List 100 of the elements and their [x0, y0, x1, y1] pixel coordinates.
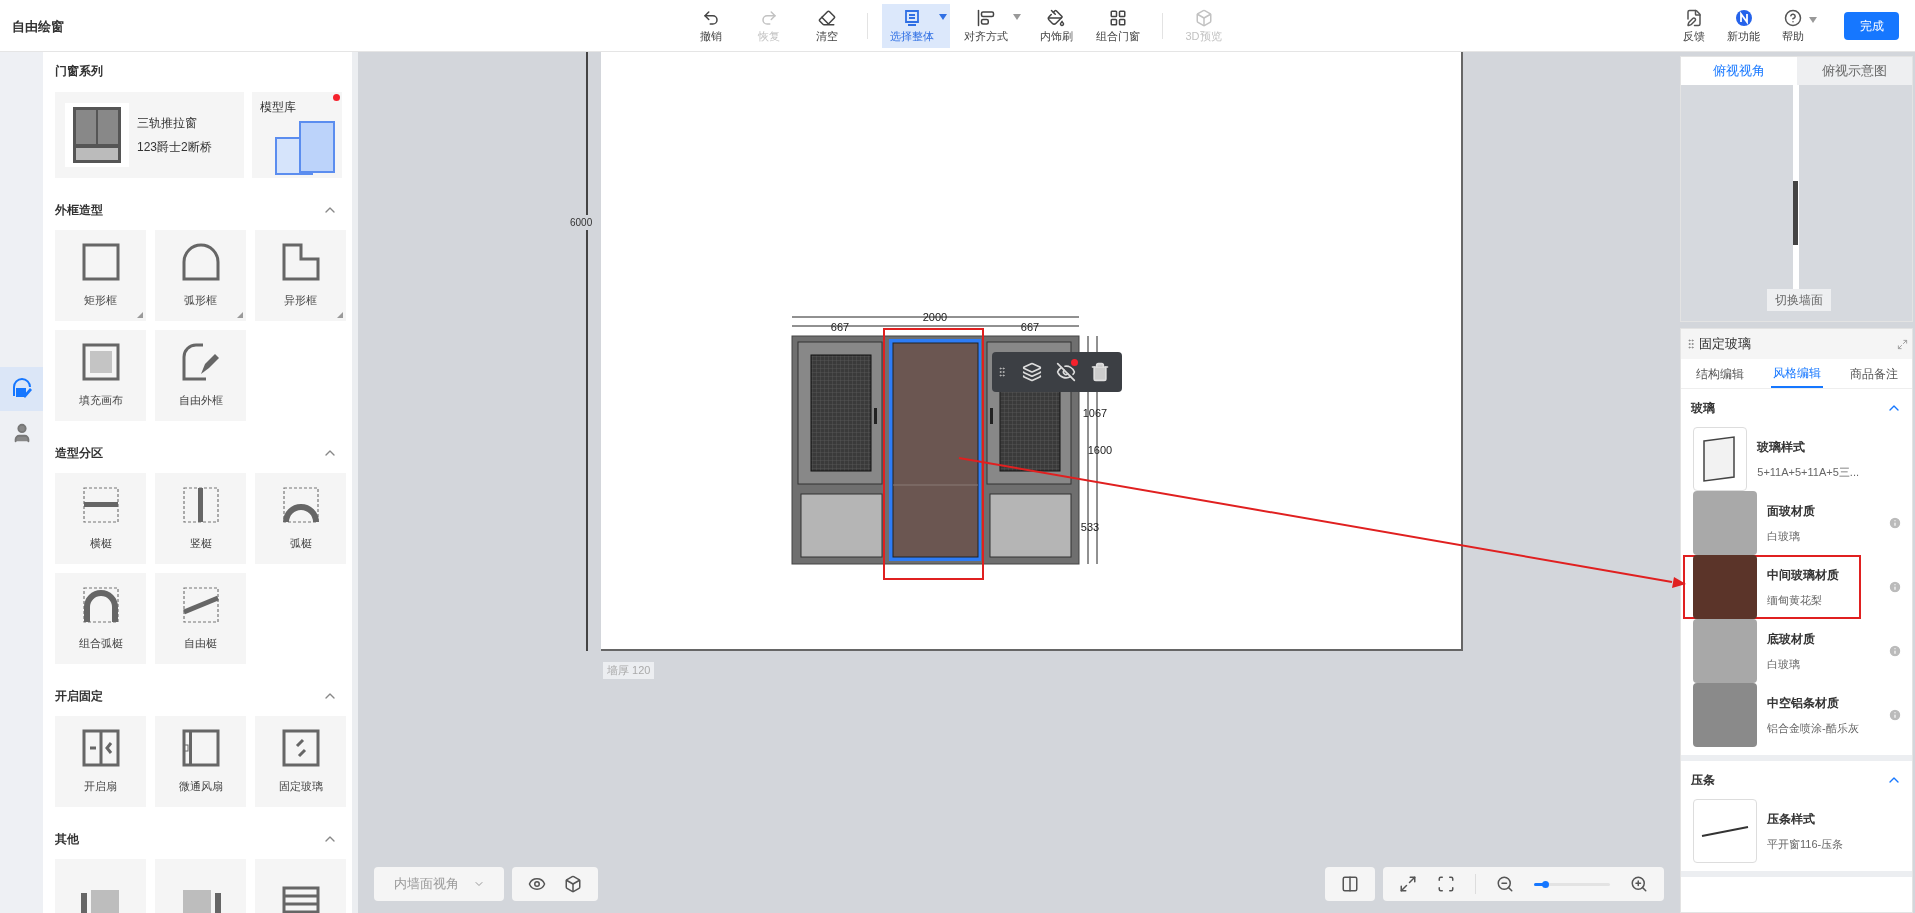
dimension-label: 6000	[570, 215, 593, 230]
section-title: 造型分区	[55, 445, 103, 462]
property-tab[interactable]: 商品备注	[1847, 359, 1900, 388]
toolbar-button[interactable]: 内饰刷	[1030, 3, 1083, 48]
help-icon	[1784, 8, 1802, 27]
material-row[interactable]: 玻璃样式 5+11A+5+11A+5三...	[1683, 427, 1861, 491]
view-tab[interactable]: 俯视视角	[1681, 57, 1797, 85]
shape-tool[interactable]: 横梃	[55, 473, 146, 564]
arch-shape-icon	[180, 242, 221, 283]
toolbar-button[interactable]: 选择整体	[882, 3, 951, 48]
toolbar-button[interactable]: 对齐方式	[956, 3, 1025, 48]
panel-title: 固定玻璃	[1699, 335, 1751, 354]
header-button[interactable]: 帮助	[1776, 8, 1820, 43]
rect-shape-icon	[80, 242, 121, 283]
header-button[interactable]: 新功能	[1721, 8, 1766, 43]
series-card[interactable]: 三轨推拉窗 123爵士2断桥	[55, 92, 244, 178]
model-library-card[interactable]: 模型库	[251, 92, 342, 178]
toolbar-button[interactable]: 清空	[801, 3, 854, 48]
section-title: 其他	[55, 831, 79, 848]
wall-thickness-label: 墙厚 120	[603, 662, 655, 679]
shape-tool[interactable]: 矩形框	[55, 230, 146, 321]
eye-icon[interactable]	[528, 875, 546, 893]
model-library-label: 模型库	[259, 99, 296, 116]
shape-tool[interactable]: 弧梃	[255, 473, 346, 564]
shape-tool[interactable]: 微通风扇	[155, 716, 246, 807]
model-library-icon	[274, 118, 338, 176]
section-title: 门窗系列	[55, 63, 104, 80]
fit-view-icon[interactable]	[1399, 875, 1417, 893]
material-value: 白玻璃	[1767, 656, 1801, 672]
align-icon	[977, 8, 996, 27]
section-title: 外框造型	[55, 202, 103, 219]
hbar-shape-icon	[80, 485, 121, 526]
undo-icon	[702, 8, 721, 27]
material-name: 中间玻璃材质	[1767, 566, 1840, 584]
zoom-slider-thumb[interactable]	[1542, 880, 1550, 888]
diagonal-shape-icon	[180, 585, 221, 626]
mirror-icon[interactable]	[1341, 875, 1359, 893]
done-button[interactable]: 完成	[1844, 11, 1899, 40]
material-name: 面玻材质	[1767, 502, 1816, 520]
property-tab[interactable]: 风格编辑	[1770, 359, 1823, 388]
shape-tool[interactable]: 填充画布	[55, 330, 146, 421]
window-design-tab[interactable]	[0, 367, 43, 411]
header-button[interactable]: 反馈	[1677, 8, 1711, 43]
zoom-in-icon[interactable]	[1630, 875, 1648, 893]
lshape-shape-icon	[280, 242, 321, 283]
select-icon	[903, 8, 922, 27]
drag-handle-icon[interactable]	[1685, 338, 1697, 350]
delete-icon[interactable]	[1090, 362, 1110, 382]
shape-tool[interactable]: 组合弧梃	[55, 573, 146, 664]
switch-wall-button[interactable]: 切换墙面	[1767, 289, 1831, 311]
redo-icon	[760, 8, 779, 27]
louver-shape-icon	[280, 884, 321, 913]
shape-tool[interactable]: 异形框	[255, 230, 346, 321]
material-name: 中空铝条材质	[1767, 694, 1840, 712]
shape-tool[interactable]: 竖梃	[155, 473, 246, 564]
app-title: 自由绘窗	[12, 18, 64, 34]
shape-tool[interactable]: 开启扇	[55, 716, 146, 807]
material-value: 铝合金喷涂-酷乐灰	[1767, 720, 1859, 736]
layers-select-icon[interactable]	[1022, 362, 1042, 382]
material-name: 压条样式	[1767, 810, 1816, 828]
view-tab[interactable]: 俯视示意图	[1796, 57, 1912, 85]
material-row[interactable]: 底玻材质 白玻璃	[1683, 619, 1861, 683]
new-feature-icon	[1734, 8, 1753, 27]
toolbar-button[interactable]: 撤销	[685, 3, 738, 48]
material-name: 底玻材质	[1767, 630, 1816, 648]
bead-style-thumbnail	[1693, 799, 1757, 863]
shape-tool[interactable]: 自由外框	[155, 330, 246, 421]
eraser-icon	[818, 8, 837, 27]
shape-tool[interactable]: 固定玻璃	[255, 716, 346, 807]
glass-style-thumbnail	[1693, 427, 1748, 491]
property-tab[interactable]: 结构编辑	[1693, 359, 1746, 388]
material-row[interactable]: 中空铝条材质 铝合金喷涂-酷乐灰	[1683, 683, 1861, 747]
arc-shape-icon	[280, 485, 321, 526]
expand-icon[interactable]	[1897, 338, 1908, 350]
preview3d-icon	[1194, 8, 1213, 27]
material-name: 玻璃样式	[1757, 438, 1807, 456]
shape-tool[interactable]: 自由梃	[155, 573, 246, 664]
drag-handle-icon[interactable]	[996, 366, 1008, 378]
series-spec: 123爵士2断桥	[137, 139, 212, 156]
shape-tool[interactable]: 弧形框	[155, 230, 246, 321]
hide-icon[interactable]	[1056, 362, 1076, 382]
vent-shape-icon	[180, 728, 221, 769]
combo-arc-shape-icon	[80, 585, 121, 626]
top-view-window	[1793, 181, 1798, 245]
zoom-out-icon[interactable]	[1496, 875, 1514, 893]
material-row[interactable]: 中间玻璃材质 缅甸黄花梨	[1683, 555, 1861, 619]
section-title: 开启固定	[55, 688, 103, 705]
material-row[interactable]: 面玻材质 白玻璃	[1683, 491, 1861, 555]
sash-shape-icon	[80, 728, 121, 769]
focus-icon[interactable]	[1437, 875, 1455, 893]
toolbar-button[interactable]: 组合门窗	[1088, 3, 1149, 48]
brush-icon	[1047, 8, 1066, 27]
window-edit-icon	[10, 378, 33, 400]
group-title: 玻璃	[1691, 400, 1715, 417]
cube-icon[interactable]	[564, 875, 582, 893]
fixed-shape-icon	[280, 728, 321, 769]
material-row[interactable]: 压条样式 平开窗116-压条	[1683, 799, 1861, 863]
window-thumbnail	[65, 103, 129, 167]
group-title: 压条	[1691, 772, 1715, 789]
material-value: 平开窗116-压条	[1767, 836, 1845, 852]
